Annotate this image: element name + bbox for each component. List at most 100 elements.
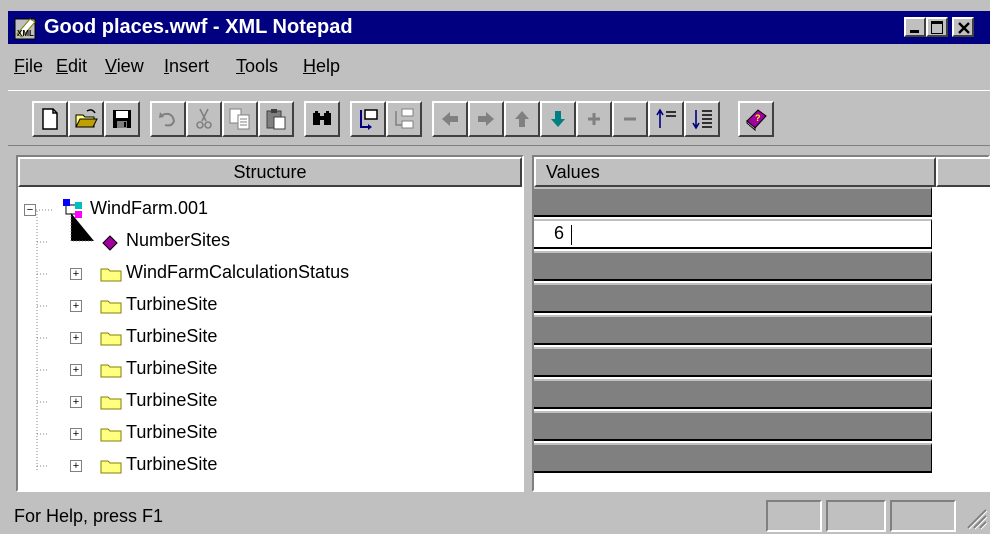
move-right-button[interactable] [468,101,504,137]
cut-button[interactable] [186,101,222,137]
folder-icon [100,332,122,346]
value-cell[interactable] [534,283,932,313]
move-left-icon [442,112,458,126]
paste-icon [266,109,286,130]
menu-edit-mnemonic: E [56,56,69,76]
expand-toggle[interactable]: + [70,396,82,408]
xml-notepad-app-icon: XML [14,18,36,40]
svg-text:XML: XML [17,29,34,38]
value-cell[interactable] [534,379,932,409]
folder-icon [100,268,122,282]
folder-icon [100,396,122,410]
menu-edit[interactable]: Edit [56,56,87,77]
status-panel-3 [890,500,956,532]
toolbar: ? [8,90,990,146]
value-text: 6 [554,223,565,243]
maximize-button[interactable] [926,17,948,37]
menu-tools-label: ools [245,56,279,76]
value-cell[interactable] [534,347,932,377]
expand-toggle[interactable]: + [70,300,82,312]
expand-toggle[interactable]: + [70,364,82,376]
value-cell-numbersites[interactable]: 6 [534,219,932,249]
value-cell[interactable] [534,443,932,473]
status-panel-1 [766,500,822,532]
tree-item-label: NumberSites [126,230,231,250]
menu-tools[interactable]: Tools [236,56,278,77]
cut-icon [196,108,212,129]
undo-icon [159,112,176,127]
tree-item-folder[interactable]: + TurbineSite [24,386,504,418]
menu-edit-label: dit [68,56,88,76]
tree-item-folder[interactable]: + TurbineSite [24,418,504,450]
menu-help-mnemonic: H [303,56,316,76]
menu-view-mnemonic: V [105,56,117,76]
structure-pane[interactable]: Structure − WindFarm.001 NumberSites + W… [16,155,524,492]
menu-help[interactable]: Help [303,56,340,77]
tree-item-numbersites[interactable]: NumberSites [24,226,504,258]
expand-toggle[interactable]: + [70,460,82,472]
collapse-button[interactable] [612,101,648,137]
menu-view[interactable]: View [105,56,144,77]
insert-element-button[interactable] [350,101,386,137]
tree-item-folder[interactable]: + TurbineSite [24,322,504,354]
menu-file[interactable]: File [14,56,43,77]
value-cell[interactable] [534,315,932,345]
menu-file-mnemonic: F [14,56,25,76]
close-button[interactable] [952,17,974,37]
copy-button[interactable] [222,101,258,137]
tree-item-label: TurbineSite [126,390,218,410]
folder-icon [100,460,122,474]
resize-grip-icon[interactable] [964,506,988,532]
new-button[interactable] [32,101,68,137]
move-down-button[interactable] [540,101,576,137]
folder-icon [100,364,122,378]
insert-attribute-button[interactable] [386,101,422,137]
find-icon [313,111,331,125]
collapse-toggle[interactable]: − [24,204,36,216]
move-down-icon [551,111,565,127]
sort-descending-button[interactable] [684,101,720,137]
expand-toggle[interactable]: + [70,332,82,344]
title-bar[interactable]: XML Good places.wwf - XML Notepad [8,11,990,44]
status-bar: For Help, press F1 [8,496,990,534]
tree-item-folder[interactable]: + TurbineSite [24,450,504,482]
new-icon [42,108,58,130]
find-button[interactable] [304,101,340,137]
status-text: For Help, press F1 [14,506,164,526]
menu-insert[interactable]: Insert [164,56,209,77]
open-button[interactable] [68,101,104,137]
window-title: Good places.wwf - XML Notepad [44,16,353,38]
move-up-button[interactable] [504,101,540,137]
sort-asc-icon [656,108,676,128]
tree-item-label: TurbineSite [126,454,218,474]
expand-toggle[interactable]: + [70,428,82,440]
menu-tools-mnemonic: T [236,56,245,76]
paste-button[interactable] [258,101,294,137]
menu-insert-label: nsert [169,56,210,76]
tree-item-folder[interactable]: + WindFarmCalculationStatus [24,258,504,290]
expand-toggle[interactable]: + [70,268,82,280]
values-header[interactable]: Values [534,157,936,187]
save-button[interactable] [104,101,140,137]
save-icon [113,110,131,128]
extra-column-header[interactable] [936,157,990,187]
help-button[interactable]: ? [738,101,774,137]
status-panel-2 [826,500,886,532]
move-left-button[interactable] [432,101,468,137]
values-header-label: Values [546,162,600,182]
menu-bar: File Edit View Insert Tools Help [8,48,990,82]
tree-item-folder[interactable]: + TurbineSite [24,354,504,386]
value-cell[interactable] [534,251,932,281]
help-book-icon: ? [746,109,767,131]
document-root-icon [63,199,82,218]
minimize-button[interactable] [904,17,926,37]
value-cell[interactable] [534,187,932,217]
tree-item-label: TurbineSite [126,326,218,346]
values-pane[interactable]: Values 6 [532,155,990,492]
tree-item-folder[interactable]: + TurbineSite [24,290,504,322]
undo-button[interactable] [150,101,186,137]
sort-ascending-button[interactable] [648,101,684,137]
value-cell[interactable] [534,411,932,441]
expand-button[interactable] [576,101,612,137]
insert-attribute-icon [395,108,414,129]
